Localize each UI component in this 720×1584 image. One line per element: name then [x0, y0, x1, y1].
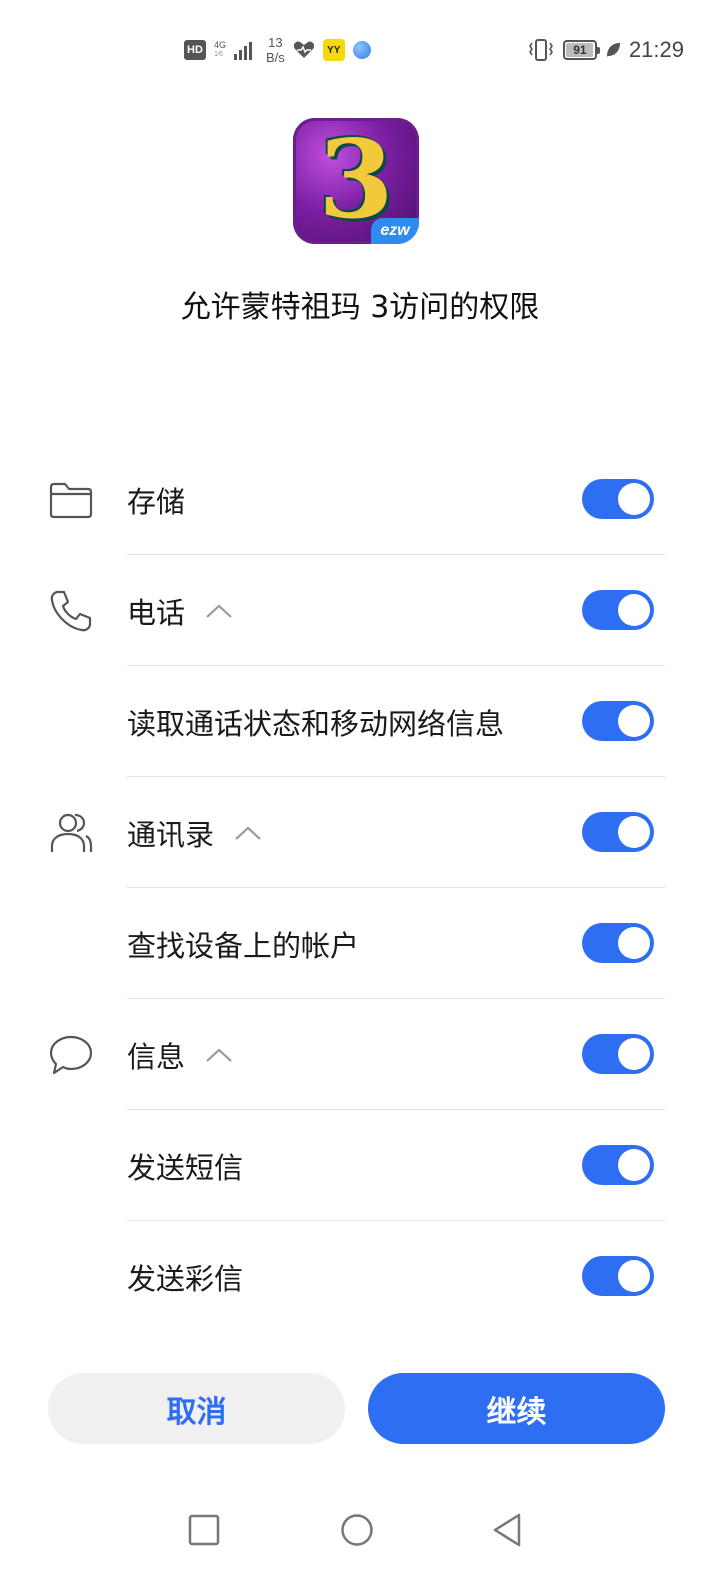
- toggle-switch[interactable]: [582, 479, 654, 519]
- home-circle-icon[interactable]: [339, 1512, 375, 1548]
- permission-label: 电话: [127, 591, 233, 631]
- chevron-up-icon[interactable]: [205, 1047, 233, 1063]
- network-type: 4G 1⁄6: [214, 41, 226, 59]
- permission-label: 通讯录: [127, 813, 262, 853]
- permission-label-text: 发送短信: [127, 1151, 244, 1185]
- navigation-bar: [0, 1500, 720, 1560]
- toggle-switch[interactable]: [582, 701, 654, 741]
- contacts-icon: [50, 813, 93, 852]
- permission-row-read-call-state[interactable]: 读取通话状态和移动网络信息: [0, 666, 720, 777]
- recents-square-icon[interactable]: [186, 1512, 222, 1548]
- back-triangle-icon[interactable]: [490, 1512, 526, 1548]
- yy-app-icon: YY: [322, 39, 345, 61]
- permission-label: 读取通话状态和移动网络信息: [127, 702, 504, 742]
- permission-label-text: 电话: [127, 596, 186, 630]
- chevron-up-icon[interactable]: [234, 825, 262, 841]
- toggle-switch[interactable]: [582, 812, 654, 852]
- toggle-switch[interactable]: [582, 923, 654, 963]
- permission-row-send-sms[interactable]: 发送短信: [0, 1110, 720, 1221]
- permission-label-text: 信息: [127, 1040, 186, 1074]
- permission-row-messages[interactable]: 信息: [0, 999, 720, 1110]
- toggle-knob: [618, 594, 650, 626]
- app-icon: 3 ezw: [293, 118, 419, 244]
- permission-label: 存储: [127, 480, 185, 520]
- battery-level: 91: [573, 43, 587, 57]
- phone-icon: [50, 590, 92, 632]
- status-left: HD 4G 1⁄6 13 B/s YY: [184, 34, 371, 66]
- toggle-switch[interactable]: [582, 590, 654, 630]
- permission-label: 发送彩信: [127, 1257, 243, 1297]
- permission-label-text: 通讯录: [127, 818, 215, 852]
- vibrate-icon: [528, 39, 553, 61]
- cancel-button[interactable]: 取消: [48, 1373, 345, 1444]
- toggle-knob: [618, 1260, 650, 1292]
- permission-row-phone[interactable]: 电话: [0, 555, 720, 666]
- permission-label-text: 查找设备上的帐户: [127, 929, 360, 963]
- toggle-knob: [618, 705, 650, 737]
- network-speed-value: 13: [268, 35, 283, 50]
- app-icon-tag: ezw: [371, 218, 419, 244]
- network-speed-unit: B/s: [266, 50, 285, 65]
- permission-row-find-accounts[interactable]: 查找设备上的帐户: [0, 888, 720, 999]
- page-title: 允许蒙特祖玛 3访问的权限: [180, 290, 540, 325]
- permission-row-send-mms[interactable]: 发送彩信: [0, 1221, 720, 1332]
- status-bar: HD 4G 1⁄6 13 B/s YY 91 21:29: [0, 0, 720, 100]
- clock: 21:29: [628, 37, 684, 62]
- leaf-icon: [606, 43, 620, 57]
- toggle-knob: [618, 1038, 650, 1070]
- health-icon: [293, 41, 314, 58]
- permission-list: 存储 电话 读取通话状态和移动网络信息 通讯录 查找设备上的帐户 信息 发送短信…: [0, 444, 720, 1332]
- permission-label: 查找设备上的帐户: [127, 924, 359, 964]
- permission-label-text: 存储: [127, 485, 186, 519]
- permission-label-text: 发送彩信: [127, 1262, 244, 1296]
- network-speed: 13 B/s: [266, 35, 285, 65]
- permission-row-contacts[interactable]: 通讯录: [0, 777, 720, 888]
- permission-label: 信息: [127, 1035, 233, 1075]
- globe-icon: [352, 41, 371, 59]
- permission-label: 发送短信: [127, 1146, 243, 1186]
- toggle-knob: [618, 927, 650, 959]
- battery-icon: 91: [562, 40, 600, 60]
- toggle-switch[interactable]: [582, 1034, 654, 1074]
- toggle-knob: [618, 483, 650, 515]
- signal-icon: [234, 40, 253, 60]
- toggle-knob: [618, 1149, 650, 1181]
- message-icon: [49, 1035, 93, 1075]
- status-right: 91 21:29: [527, 34, 684, 66]
- hd-icon: HD: [184, 40, 206, 60]
- continue-button[interactable]: 继续: [368, 1373, 665, 1444]
- toggle-switch[interactable]: [582, 1145, 654, 1185]
- folder-icon: [49, 482, 93, 519]
- network-sub-label: 1⁄6: [214, 51, 223, 58]
- toggle-knob: [618, 816, 650, 848]
- chevron-up-icon[interactable]: [205, 603, 233, 619]
- permission-row-storage[interactable]: 存储: [0, 444, 720, 555]
- toggle-switch[interactable]: [582, 1256, 654, 1296]
- permission-label-text: 读取通话状态和移动网络信息: [127, 707, 505, 741]
- network-type-label: 4G: [214, 40, 227, 50]
